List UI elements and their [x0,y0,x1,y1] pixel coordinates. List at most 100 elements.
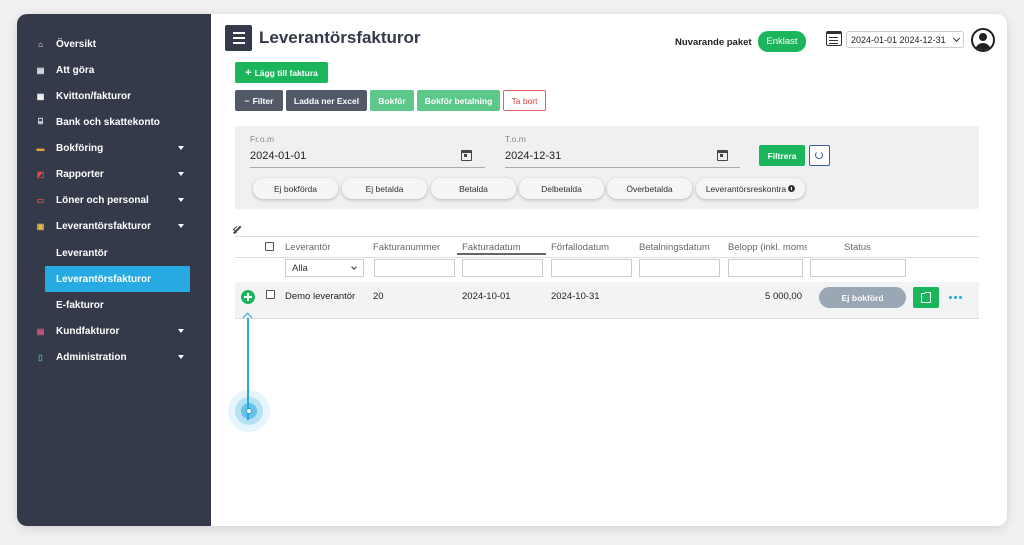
payment-date-filter[interactable] [639,259,720,277]
status-badge[interactable]: Ej bokförd [819,287,906,308]
customer-invoice-icon: ▤ [36,326,45,336]
add-invoice-label: Lägg till faktura [254,67,318,78]
list-icon: ▤ [36,65,45,75]
add-invoice-button[interactable]: + Lägg till faktura [235,62,328,83]
sidebar-item-administration[interactable]: ▯ Administration [17,344,211,370]
sidebar-item-label: Rapporter [56,168,104,180]
sidebar-item-loner[interactable]: ▭ Löner och personal [17,187,211,213]
to-date-input[interactable]: 2024-12-31 [505,150,561,162]
column-header[interactable]: Fakturadatum [462,242,547,253]
apply-filter-button[interactable]: Filtrera [759,145,805,166]
info-icon [788,185,796,192]
table-row[interactable]: Demo leverantör 20 2024-10-01 2024-10-31… [235,282,979,319]
chevron-down-icon [351,264,357,270]
sidebar-item-leverantorsfakturor[interactable]: ▣ Leverantörsfakturor [17,213,211,239]
column-header[interactable]: Fakturanummer [373,242,453,253]
more-options-icon[interactable] [949,296,963,300]
sidebar-item-label: Att göra [56,64,95,76]
card-icon: ▭ [36,195,45,205]
cell-supplier: Demo leverantör [285,291,356,302]
package-label: Nuvarande paket [675,37,752,48]
sidebar-item-kvitton[interactable]: ▦ Kvitton/fakturor [17,83,211,109]
sidebar-item-label: E-fakturor [56,299,104,311]
chevron-down-icon [178,146,184,150]
ledger-icon: ▬ [36,143,45,153]
package-badge[interactable]: Enklast [758,31,806,52]
plus-icon: + [245,66,252,79]
invoice-date-filter[interactable] [462,259,543,277]
user-avatar-icon[interactable] [971,28,995,52]
calendar-icon[interactable] [461,150,472,161]
invoice-number-filter[interactable] [374,259,455,277]
sidebar-item-label: Leverantör [56,247,108,259]
sidebar-item-label: Bokföring [56,142,104,154]
column-header[interactable]: Betalningsdatum [639,242,724,253]
chevron-down-icon [952,34,961,43]
chip-overbetalda[interactable]: Överbetalda [607,178,692,199]
chevron-down-icon [178,329,184,333]
chip-delbetalda[interactable]: Delbetalda [519,178,604,199]
chip-ej-bokforda[interactable]: Ej bokförda [253,178,338,199]
sidebar-item-label: Översikt [56,38,97,50]
status-filter[interactable] [810,259,906,277]
open-external-icon[interactable] [913,287,939,308]
cell-invoice-number: 20 [373,291,384,302]
book-payment-button[interactable]: Bokför betalning [417,90,500,111]
row-checkbox[interactable] [266,290,275,299]
supplier-filter-select[interactable]: Alla [285,259,364,277]
book-button[interactable]: Bokför [370,90,414,111]
refresh-icon[interactable] [809,145,830,166]
sidebar-item-label: Leverantörsfakturor [56,220,152,232]
sidebar-item-bank[interactable]: ⌸ Bank och skattekonto [17,109,211,135]
download-excel-button[interactable]: Ladda ner Excel [286,90,367,111]
chevron-down-icon [178,224,184,228]
due-date-filter[interactable] [551,259,632,277]
minus-icon: − [244,95,250,106]
filter-panel: Fr.o.m 2024-01-01 T.o.m 2024-12-31 Filtr… [235,126,979,209]
chip-ej-betalda[interactable]: Ej betalda [342,178,427,199]
delete-button[interactable]: Ta bort [503,90,546,111]
sidebar-item-kundfakturor[interactable]: ▤ Kundfakturor [17,318,211,344]
from-date-input[interactable]: 2024-01-01 [250,150,306,162]
from-date-label: Fr.o.m [250,134,275,144]
to-date-label: T.o.m [505,134,526,144]
chip-leverantorsreskontra[interactable]: Leverantörsreskontra [696,178,805,199]
menu-toggle-button[interactable] [225,25,252,51]
main-content: Leverantörsfakturor Nuvarande paket Enkl… [211,14,1007,526]
column-header[interactable]: Leverantör [285,242,365,253]
filter-label: Filter [252,95,274,106]
chip-betalda[interactable]: Betalda [431,178,516,199]
to-date-underline [505,167,740,168]
sidebar-item-oversikt[interactable]: ⌂ Översikt [17,31,211,57]
expand-row-icon[interactable] [241,290,255,304]
sort-indicator [457,253,546,255]
cell-due-date: 2024-10-31 [551,291,600,302]
cell-amount: 5 000,00 [765,291,802,302]
compress-icon[interactable] [232,225,241,234]
filter-button[interactable]: − Filter [235,90,283,111]
calendar-icon[interactable] [717,150,728,161]
sidebar-item-att-gora[interactable]: ▤ Att göra [17,57,211,83]
supplier-invoice-icon: ▣ [36,221,45,231]
column-header[interactable]: Belopp (inkl. moms) [728,242,807,253]
sidebar-item-label: Administration [56,351,127,363]
table-header: Leverantör Fakturanummer Fakturadatum Fö… [235,236,979,258]
chevron-down-icon [178,355,184,359]
sidebar-item-label: Bank och skattekonto [56,116,160,128]
select-all-checkbox[interactable] [265,242,274,251]
sidebar-item-bokforing[interactable]: ▬ Bokföring [17,135,211,161]
column-header[interactable]: Förfallodatum [551,242,636,253]
sidebar-item-rapporter[interactable]: ◩ Rapporter [17,161,211,187]
document-icon: ▦ [36,91,45,101]
sidebar-subitem-leverantor[interactable]: Leverantör [45,240,239,266]
sidebar-item-label: Löner och personal [56,194,149,206]
amount-filter[interactable] [728,259,803,277]
hamburger-icon [232,32,245,34]
period-select[interactable]: 2024-01-01 2024-12-31 [846,31,964,48]
sidebar-item-label: Leverantörsfakturor [56,273,152,285]
sidebar-subitem-leverantorsfakturor[interactable]: Leverantörsfakturor [45,266,190,292]
bank-icon: ⌸ [38,117,43,126]
column-header[interactable]: Status [844,242,884,253]
sidebar-subitem-e-fakturor[interactable]: E-fakturor [45,292,239,318]
supplier-filter-value: Alla [292,262,308,274]
